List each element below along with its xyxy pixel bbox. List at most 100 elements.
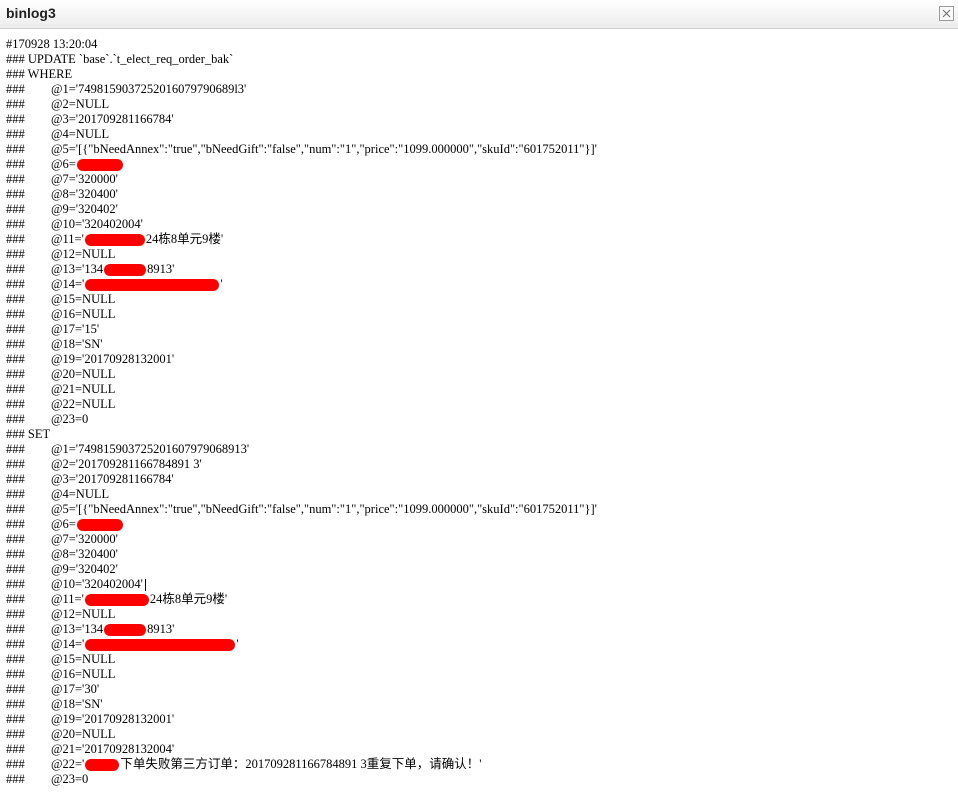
log-line: ### @20=NULL [6, 727, 958, 742]
log-line: ### @2=NULL [6, 97, 958, 112]
log-line-prefix: ### [6, 157, 25, 171]
window-titlebar: binlog3 [0, 0, 958, 29]
log-line: ### UPDATE `base`.`t_elect_req_order_bak… [6, 52, 958, 67]
redaction-mark [84, 594, 149, 607]
log-field-text: @22=NULL [51, 397, 116, 411]
log-line: ### @8='320400' [6, 547, 958, 562]
log-line-prefix: ### [6, 667, 25, 681]
log-field-text: @10='320402004' [51, 217, 143, 231]
log-line: ### @5='[{"bNeedAnnex":"true","bNeedGift"… [6, 142, 958, 157]
log-field-text: @8='320400' [51, 547, 118, 561]
log-line-prefix: ### [6, 277, 25, 291]
log-line-prefix: ### [6, 352, 25, 366]
log-line-prefix: ### [6, 607, 25, 621]
log-field-text: @14=' [51, 637, 85, 651]
log-line: ### @15=NULL [6, 292, 958, 307]
log-line-prefix: ### [6, 367, 25, 381]
log-line: ### @1='7498159037252016079790689l3' [6, 82, 958, 97]
redaction-mark [76, 159, 123, 172]
log-line: ### @14=' ' [6, 277, 958, 292]
log-field-text: @17='30' [51, 682, 100, 696]
log-field-text-after: 8913' [147, 262, 175, 276]
log-field-text: @10='320402004' [51, 577, 143, 591]
log-line: ### @15=NULL [6, 652, 958, 667]
log-line-prefix: ### [6, 202, 25, 216]
log-line-prefix: ### [6, 187, 25, 201]
log-field-text: @11=' [51, 592, 84, 606]
log-field-text: @16=NULL [51, 307, 116, 321]
log-field-text: @21='20170928132004' [51, 742, 175, 756]
log-field-text: @15=NULL [51, 652, 116, 666]
log-line: ### @23=0 [6, 412, 958, 427]
log-field-text-after: 24栋8单元9楼' [145, 232, 224, 246]
log-line: ### @4=NULL [6, 127, 958, 142]
redaction-mark [104, 264, 147, 277]
log-line-prefix: ### [6, 772, 25, 786]
log-line-prefix: ### [6, 577, 25, 591]
log-line-prefix: ### [6, 517, 25, 531]
log-field-text: @8='320400' [51, 187, 118, 201]
log-line: ### @6= [6, 517, 958, 532]
log-field-text: @16=NULL [51, 667, 116, 681]
log-field-text: @15=NULL [51, 292, 116, 306]
log-line-prefix: ### [6, 487, 25, 501]
log-field-text: @4=NULL [51, 487, 110, 501]
log-field-text-after: 下单失败第三方订单：201709281166784891 3重复下单，请确认！' [120, 757, 482, 771]
log-header-text: ### SET [6, 427, 51, 441]
log-header-text: ### WHERE [6, 67, 73, 81]
log-field-text-after: ' [220, 277, 223, 291]
log-line: ### @21='20170928132004' [6, 742, 958, 757]
log-field-text: @5='[{"bNeedAnnex":"true","bNeedGift":"f… [51, 142, 597, 156]
log-field-text: @20=NULL [51, 367, 116, 381]
log-line-prefix: ### [6, 652, 25, 666]
log-line: ### @11=' 24栋8单元9楼' [6, 592, 958, 607]
log-field-text: @20=NULL [51, 727, 116, 741]
log-line: ### @23=0 [6, 772, 958, 787]
log-line: ### @14=' ' [6, 637, 958, 652]
log-line: ### @4=NULL [6, 487, 958, 502]
close-icon[interactable] [939, 6, 954, 21]
log-line: ### @18='SN' [6, 337, 958, 352]
redaction-mark [85, 279, 220, 292]
log-field-text: @2='201709281166784891 3' [51, 457, 202, 471]
log-field-text: @18='SN' [51, 697, 103, 711]
log-line-prefix: ### [6, 442, 25, 456]
log-line-prefix: ### [6, 742, 25, 756]
log-line: ### @17='15' [6, 322, 958, 337]
redaction-mark [104, 624, 147, 637]
log-line-prefix: ### [6, 562, 25, 576]
log-line-prefix: ### [6, 292, 25, 306]
log-line: ### WHERE [6, 67, 958, 82]
log-line: ### @12=NULL [6, 607, 958, 622]
binlog-content: #170928 13:20:04 ### UPDATE `base`.`t_ele… [6, 37, 958, 801]
log-field-text: @6= [51, 157, 76, 171]
log-line: ### SET [6, 427, 958, 442]
log-field-text: @2=NULL [51, 97, 110, 111]
log-line: ### @13='134 8913' [6, 622, 958, 637]
log-field-text: @22=' [51, 757, 85, 771]
log-field-text: @17='15' [51, 322, 100, 336]
log-field-text: @5='[{"bNeedAnnex":"true","bNeedGift":"f… [51, 502, 597, 516]
log-line: ### @12=NULL [6, 247, 958, 262]
log-field-text: @19='20170928132001' [51, 352, 175, 366]
log-field-text-after: ' [236, 637, 239, 651]
log-field-text-after: 8913' [147, 622, 175, 636]
log-line-prefix: ### [6, 217, 25, 231]
log-line: ### @6= [6, 157, 958, 172]
log-line-prefix: ### [6, 232, 25, 246]
log-field-text: @18='SN' [51, 337, 103, 351]
log-line-prefix: ### [6, 397, 25, 411]
log-line: ### @10='320402004' [6, 217, 958, 232]
log-header-text: #170928 13:20:04 [6, 37, 98, 51]
log-line-prefix: ### [6, 127, 25, 141]
log-field-text: @13='134 [51, 262, 104, 276]
log-line: ### @19='20170928132001' [6, 352, 958, 367]
log-line-prefix: ### [6, 757, 25, 771]
log-line: ### @9='320402' [6, 562, 958, 577]
log-line-prefix: ### [6, 412, 25, 426]
redaction-mark [84, 234, 145, 247]
redaction-mark [85, 639, 236, 652]
log-field-text: @19='20170928132001' [51, 712, 175, 726]
log-field-text: @1='749815903725201607979068913' [51, 442, 250, 456]
log-line: ### @22=' 下单失败第三方订单：201709281166784891 3重复… [6, 757, 958, 772]
